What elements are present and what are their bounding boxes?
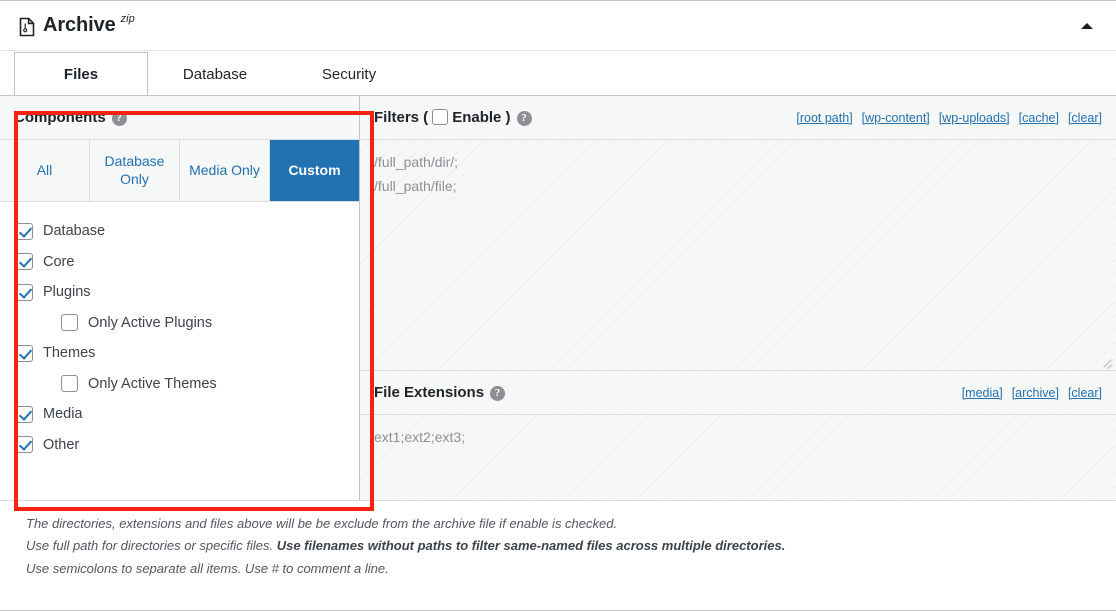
link-cache[interactable]: [cache] bbox=[1019, 111, 1059, 125]
checkbox-only-active-themes-label: Only Active Themes bbox=[88, 376, 217, 392]
note-line-2-emphasis: Use filenames without paths to filter sa… bbox=[277, 538, 786, 553]
mode-database-only-label: Database Only bbox=[94, 153, 175, 188]
link-root-path[interactable]: [root path] bbox=[796, 111, 852, 125]
mode-all-button[interactable]: All bbox=[0, 140, 90, 201]
filters-title: Filters ( Enable ) bbox=[374, 109, 511, 126]
checkbox-row-plugins[interactable]: Plugins bbox=[16, 277, 359, 308]
checkbox-themes[interactable] bbox=[16, 345, 33, 362]
tab-security-label: Security bbox=[322, 66, 376, 83]
checkbox-plugins[interactable] bbox=[16, 284, 33, 301]
note-line-3: Use semicolons to separate all items. Us… bbox=[26, 558, 1090, 580]
components-section: Components ? All Database Only Media Onl… bbox=[0, 96, 360, 500]
file-extensions-quick-links: [media] [archive] [clear] bbox=[962, 386, 1102, 400]
note-line-1: The directories, extensions and files ab… bbox=[26, 513, 1090, 535]
checkbox-themes-label: Themes bbox=[43, 345, 95, 361]
mode-all-label: All bbox=[37, 162, 53, 180]
link-extensions-clear[interactable]: [clear] bbox=[1068, 386, 1102, 400]
components-mode-selector: All Database Only Media Only Custom bbox=[0, 140, 359, 202]
archive-settings-panel: Archive zip Files Database Security Comp… bbox=[0, 0, 1116, 611]
file-extensions-textarea-placeholder: ext1;ext2;ext3; bbox=[360, 415, 1116, 461]
checkbox-media-label: Media bbox=[43, 406, 83, 422]
checkbox-row-database[interactable]: Database bbox=[16, 216, 359, 247]
mode-custom-label: Custom bbox=[288, 162, 340, 180]
note-line-2-plain: Use full path for directories or specifi… bbox=[26, 538, 277, 553]
filters-textarea-placeholder: /full_path/dir/; /full_path/file; bbox=[360, 140, 1116, 209]
checkbox-media[interactable] bbox=[16, 406, 33, 423]
link-filters-clear[interactable]: [clear] bbox=[1068, 111, 1102, 125]
file-document-icon bbox=[18, 17, 36, 37]
link-media[interactable]: [media] bbox=[962, 386, 1003, 400]
help-icon[interactable]: ? bbox=[112, 111, 127, 126]
filters-header: Filters ( Enable ) ? [root path] [wp-cont… bbox=[360, 96, 1116, 140]
checkbox-database-label: Database bbox=[43, 223, 105, 239]
tab-files[interactable]: Files bbox=[14, 52, 148, 95]
checkbox-only-active-plugins-label: Only Active Plugins bbox=[88, 315, 212, 331]
help-icon[interactable]: ? bbox=[490, 386, 505, 401]
checkbox-filters-enable[interactable] bbox=[432, 109, 448, 125]
checkbox-row-themes[interactable]: Themes bbox=[16, 338, 359, 369]
help-icon[interactable]: ? bbox=[517, 111, 532, 126]
checkbox-core[interactable] bbox=[16, 253, 33, 270]
checkbox-plugins-label: Plugins bbox=[43, 284, 91, 300]
checkbox-only-active-themes[interactable] bbox=[61, 375, 78, 392]
checkbox-row-other[interactable]: Other bbox=[16, 430, 359, 461]
checkbox-core-label: Core bbox=[43, 254, 74, 270]
tab-security[interactable]: Security bbox=[282, 52, 416, 95]
checkbox-other[interactable] bbox=[16, 436, 33, 453]
help-notes: The directories, extensions and files ab… bbox=[0, 500, 1116, 594]
link-wp-content[interactable]: [wp-content] bbox=[862, 111, 930, 125]
resize-handle[interactable] bbox=[1100, 354, 1114, 368]
note-line-2: Use full path for directories or specifi… bbox=[26, 535, 1090, 557]
filters-section: Filters ( Enable ) ? [root path] [wp-cont… bbox=[360, 96, 1116, 500]
filters-title-prefix: Filters ( bbox=[374, 109, 428, 126]
mode-media-only-button[interactable]: Media Only bbox=[180, 140, 270, 201]
mode-media-only-label: Media Only bbox=[189, 162, 260, 180]
file-extensions-title: File Extensions bbox=[374, 384, 484, 401]
checkbox-row-core[interactable]: Core bbox=[16, 247, 359, 278]
filters-title-suffix: ) bbox=[506, 109, 511, 126]
triangle-up-icon bbox=[1081, 23, 1093, 29]
tab-bar: Files Database Security bbox=[0, 51, 1116, 95]
components-title: Components bbox=[14, 109, 106, 126]
link-archive[interactable]: [archive] bbox=[1012, 386, 1059, 400]
panel-titlebar: Archive zip bbox=[0, 1, 1116, 51]
components-header: Components ? bbox=[0, 96, 359, 140]
tab-files-label: Files bbox=[64, 66, 98, 83]
file-extensions-textarea[interactable]: ext1;ext2;ext3; bbox=[360, 415, 1116, 500]
checkbox-database[interactable] bbox=[16, 223, 33, 240]
components-checkbox-list: Database Core Plugins Only Active Plugin… bbox=[0, 202, 359, 500]
tab-database-label: Database bbox=[183, 66, 247, 83]
mode-database-only-button[interactable]: Database Only bbox=[90, 140, 180, 201]
checkbox-only-active-plugins[interactable] bbox=[61, 314, 78, 331]
tab-database[interactable]: Database bbox=[148, 52, 282, 95]
checkbox-other-label: Other bbox=[43, 437, 79, 453]
filters-enable-label: Enable bbox=[452, 109, 501, 126]
checkbox-row-only-active-themes[interactable]: Only Active Themes bbox=[16, 369, 359, 400]
checkbox-row-media[interactable]: Media bbox=[16, 399, 359, 430]
page-title: Archive bbox=[43, 14, 116, 37]
link-wp-uploads[interactable]: [wp-uploads] bbox=[939, 111, 1010, 125]
files-tab-content: Components ? All Database Only Media Onl… bbox=[0, 95, 1116, 500]
filters-quick-links: [root path] [wp-content] [wp-uploads] [c… bbox=[796, 111, 1102, 125]
mode-custom-button[interactable]: Custom bbox=[270, 140, 359, 201]
file-extensions-header: File Extensions ? [media] [archive] [cle… bbox=[360, 371, 1116, 415]
filters-textarea[interactable]: /full_path/dir/; /full_path/file; bbox=[360, 140, 1116, 371]
archive-format-label: zip bbox=[121, 13, 135, 25]
checkbox-row-only-active-plugins[interactable]: Only Active Plugins bbox=[16, 308, 359, 339]
collapse-panel-button[interactable] bbox=[1076, 15, 1098, 37]
